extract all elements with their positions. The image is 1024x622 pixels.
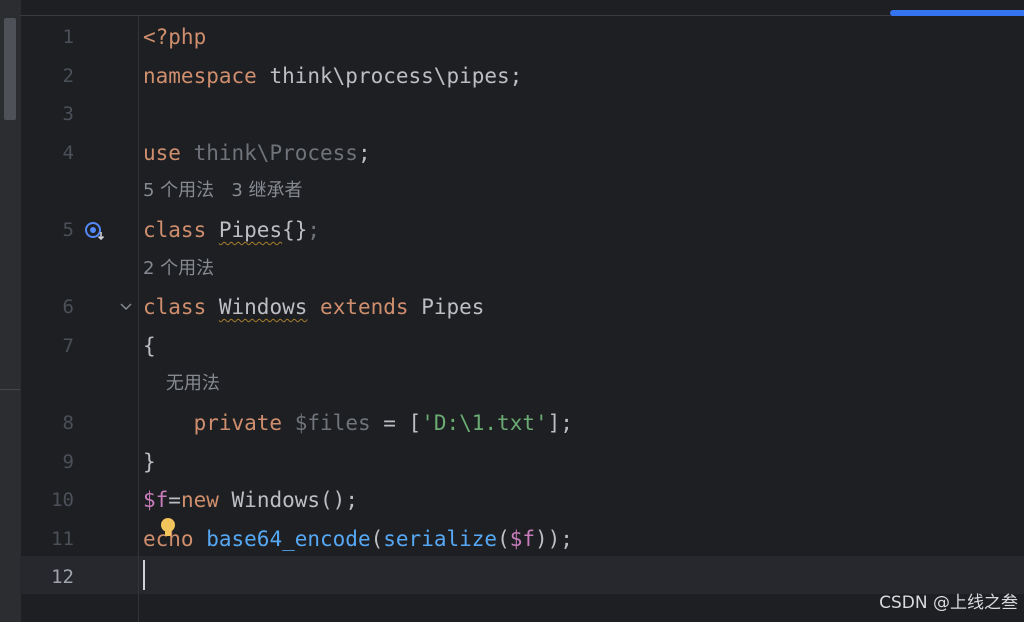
usage-hint-text[interactable]: 5 个用法 3 继承者 bbox=[143, 172, 303, 210]
text-caret bbox=[143, 560, 145, 590]
inlay-usage-hint[interactable]: 5 个用法 3 继承者 bbox=[20, 172, 1024, 210]
code-text[interactable]: <?php bbox=[143, 18, 206, 56]
code-text[interactable]: $f=new Windows(); bbox=[143, 481, 358, 519]
line-number[interactable]: 8 bbox=[20, 404, 74, 442]
inlay-usage-hint[interactable]: 无用法 bbox=[20, 365, 1024, 403]
code-token: Pipes bbox=[218, 218, 283, 242]
lightbulb-icon[interactable] bbox=[159, 517, 177, 539]
line-number[interactable]: 10 bbox=[20, 481, 74, 519]
code-token: { bbox=[143, 333, 156, 358]
code-token: think\Process bbox=[180, 140, 358, 165]
code-token: = [ bbox=[370, 411, 422, 435]
active-tab-indicator[interactable] bbox=[890, 10, 1024, 16]
code-line[interactable]: 9} bbox=[20, 443, 1024, 481]
code-line[interactable]: 4 use think\Process; bbox=[20, 134, 1024, 172]
code-line[interactable]: 3 bbox=[20, 95, 1024, 133]
code-token: } bbox=[143, 449, 156, 474]
line-number[interactable]: 12 bbox=[20, 558, 74, 596]
scrollbar-thumb[interactable] bbox=[4, 18, 16, 120]
code-text[interactable]: } bbox=[143, 443, 156, 481]
code-token: $files bbox=[294, 411, 371, 435]
code-token: = bbox=[168, 488, 181, 513]
code-token: use bbox=[143, 140, 181, 165]
code-text[interactable]: namespace think\process\pipes; bbox=[143, 57, 522, 95]
usage-hint-text[interactable]: 2 个用法 bbox=[143, 250, 214, 288]
strip-divider bbox=[0, 389, 20, 390]
code-token: 'D:\1.txt' bbox=[421, 411, 548, 435]
code-text[interactable]: class Pipes{}; bbox=[143, 211, 320, 249]
code-token: ]; bbox=[547, 411, 573, 435]
code-token: Pipes bbox=[408, 295, 485, 320]
code-text[interactable]: use think\Process; bbox=[143, 134, 371, 172]
code-token: $f bbox=[509, 526, 536, 551]
code-token: ; bbox=[357, 140, 371, 165]
code-line[interactable]: 10 $f=new Windows(); bbox=[20, 481, 1024, 519]
code-token: namespace bbox=[143, 63, 257, 88]
code-token: private bbox=[193, 411, 283, 435]
code-line[interactable]: 1 <?php bbox=[20, 18, 1024, 56]
code-line[interactable]: 2 namespace think\process\pipes; bbox=[20, 57, 1024, 95]
code-line[interactable]: 7{ bbox=[20, 327, 1024, 365]
code-token: Windows bbox=[218, 295, 308, 320]
line-number[interactable]: 3 bbox=[20, 95, 74, 133]
code-text[interactable]: class Windows extends Pipes bbox=[143, 288, 484, 326]
code-token: serialize bbox=[383, 526, 498, 551]
code-token: think\process\pipes; bbox=[256, 63, 523, 88]
code-text[interactable]: echo base64_encode(serialize($f)); bbox=[143, 520, 573, 558]
code-token: )); bbox=[535, 526, 573, 551]
code-token: ; bbox=[307, 218, 321, 242]
code-token: <?php bbox=[143, 25, 207, 49]
line-number[interactable]: 9 bbox=[20, 443, 74, 481]
code-token: class bbox=[143, 218, 207, 242]
code-token: {} bbox=[282, 218, 308, 242]
line-number[interactable]: 5 bbox=[20, 211, 74, 249]
fold-chevron-icon[interactable] bbox=[118, 299, 134, 315]
code-line[interactable]: 5 class Pipes{}; bbox=[20, 211, 1024, 249]
editor-top-border bbox=[20, 15, 1024, 16]
line-number[interactable]: 1 bbox=[20, 18, 74, 56]
code-line[interactable]: 6 class Windows extends Pipes bbox=[20, 288, 1024, 326]
line-number[interactable]: 6 bbox=[20, 288, 74, 326]
code-token: base64_encode bbox=[206, 526, 371, 551]
code-line[interactable]: 12 bbox=[20, 558, 1024, 596]
implemented-override-icon[interactable] bbox=[84, 220, 106, 242]
code-text[interactable]: private $files = ['D:\1.txt']; bbox=[143, 404, 573, 442]
line-number[interactable]: 2 bbox=[20, 57, 74, 95]
code-text[interactable]: { bbox=[143, 327, 156, 365]
inlay-usage-hint[interactable]: 2 个用法 bbox=[20, 250, 1024, 288]
line-number[interactable]: 7 bbox=[20, 327, 74, 365]
usage-hint-text[interactable]: 无用法 bbox=[143, 365, 220, 403]
code-token: ( bbox=[497, 526, 510, 551]
code-token: extends bbox=[320, 295, 409, 320]
code-line[interactable]: 8 private $files = ['D:\1.txt']; bbox=[20, 404, 1024, 442]
code-token: ( bbox=[370, 526, 384, 551]
code-token: Windows(); bbox=[218, 488, 358, 513]
line-number[interactable]: 11 bbox=[20, 520, 74, 558]
left-tool-strip bbox=[0, 0, 21, 622]
code-token: $f bbox=[143, 488, 169, 513]
line-number[interactable]: 4 bbox=[20, 134, 74, 172]
code-token: new bbox=[180, 488, 219, 513]
code-token: class bbox=[143, 295, 207, 320]
watermark: CSDN @上线之叁 bbox=[879, 593, 1018, 613]
